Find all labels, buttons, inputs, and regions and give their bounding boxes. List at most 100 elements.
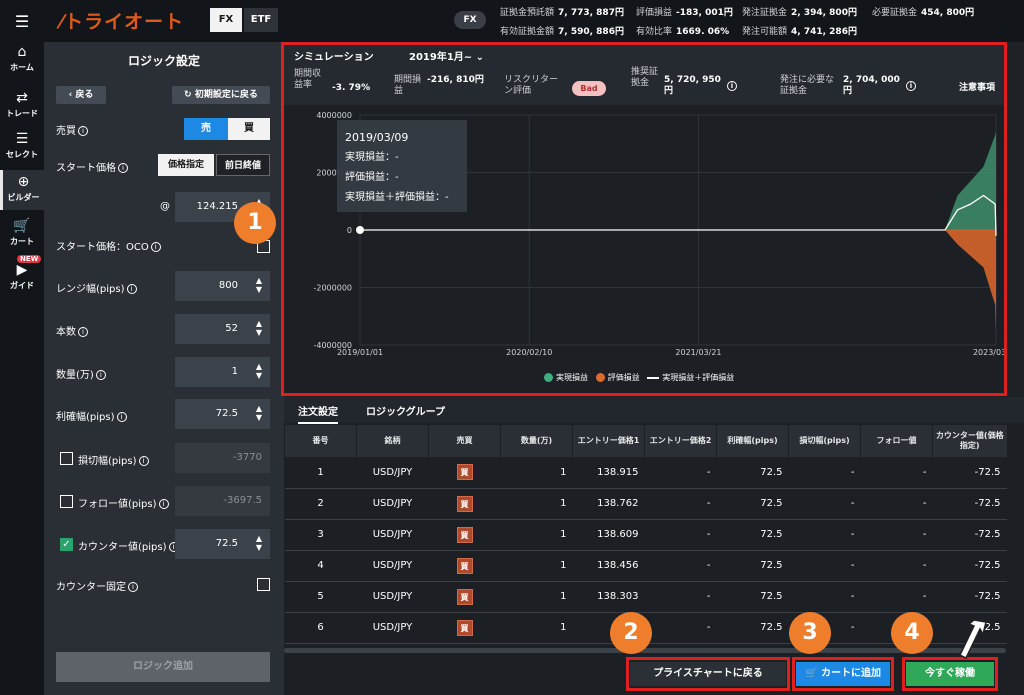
nav-cart[interactable]: 🛒 カート: [0, 218, 44, 247]
range-label: レンジ幅(pips) i: [56, 280, 137, 295]
info-icon[interactable]: i: [126, 284, 137, 294]
table-cell: 1: [500, 488, 573, 520]
account-effective-ratio: 有効比率 1669. 06%: [636, 24, 729, 37]
info-icon[interactable]: i: [118, 163, 128, 173]
qty-input[interactable]: 1 ▲ ▼: [175, 357, 270, 387]
table-cell: 1: [500, 519, 573, 551]
tab-logic-group[interactable]: ロジックグループ: [366, 403, 445, 418]
table-cell: -72.5: [932, 488, 1007, 520]
table-cell: 72.5: [716, 488, 789, 520]
info-icon[interactable]: i: [116, 412, 127, 422]
counter-input[interactable]: 72.5 ▲ ▼: [175, 529, 270, 559]
info-icon[interactable]: i: [158, 499, 169, 509]
table-cell: -: [788, 488, 861, 520]
sl-input[interactable]: -3770: [175, 443, 270, 473]
account-unrealized-label: 評価損益: [636, 8, 673, 18]
logic-settings-panel: ロジック設定 ‹ 戻る ↻ 初期設定に戻る 売買 i 売 買 スタート価格 i 価格…: [44, 42, 284, 695]
info-icon[interactable]: i: [150, 242, 161, 252]
buy-toggle[interactable]: 買: [228, 118, 270, 140]
stepper-icon[interactable]: ▲▼: [256, 319, 262, 337]
column-header: エントリー価格2: [644, 425, 717, 457]
reset-defaults-button[interactable]: ↻ 初期設定に戻る: [172, 86, 270, 104]
stepper-icon[interactable]: ▲▼: [256, 362, 262, 380]
nav-builder[interactable]: ⊕ ビルダー: [0, 170, 44, 210]
nav-select[interactable]: ☰ セレクト: [0, 131, 44, 160]
trade-icon: ⇄: [16, 90, 28, 106]
nav-cart-label: カート: [10, 237, 34, 246]
table-cell: -: [860, 488, 933, 520]
table-cell: USD/JPY: [356, 612, 429, 644]
buy-badge: 買: [456, 464, 473, 481]
menu-icon[interactable]: ☰: [0, 12, 44, 31]
table-cell: -: [788, 457, 861, 489]
orders-table: 番号 銘柄 売買 数量(万) エントリー価格1 エントリー価格2 利確幅(pips) 損切幅(…: [284, 425, 1007, 644]
nav-guide[interactable]: NEW ▶ ガイド: [0, 255, 44, 291]
nav-home[interactable]: ⌂ ホーム: [0, 44, 44, 73]
account-effective-margin-value: 7, 590, 886円: [558, 27, 624, 37]
stepper-icon[interactable]: ▲▼: [256, 404, 262, 422]
account-orderable: 発注可能額 4, 741, 286円: [742, 24, 857, 37]
column-header: カウンター値(価格指定): [932, 425, 1007, 457]
stepper-icon[interactable]: ▲▼: [256, 276, 262, 294]
table-row[interactable]: 1 USD/JPY 買 1 138.915-72.5- - -72.5: [284, 457, 1007, 489]
oco-label: スタート価格：OCO i: [56, 238, 161, 253]
column-header: 番号: [284, 425, 357, 457]
follow-value: -3697.5: [223, 495, 262, 506]
follow-checkbox[interactable]: [60, 495, 73, 508]
table-cell: USD/JPY: [356, 488, 429, 520]
count-input[interactable]: 52 ▲ ▼: [175, 314, 270, 344]
table-cell: USD/JPY: [356, 550, 429, 582]
prev-close-toggle[interactable]: 前日終値: [216, 154, 270, 176]
tab-order-settings[interactable]: 注文設定: [298, 403, 338, 424]
qty-label: 数量(万) i: [56, 366, 106, 381]
stepper-icon[interactable]: ▲▼: [256, 534, 262, 552]
sell-toggle[interactable]: 売: [184, 118, 228, 140]
table-cell: 138.915: [572, 457, 645, 489]
follow-input[interactable]: -3697.5: [175, 486, 270, 516]
price-specified-toggle[interactable]: 価格指定: [158, 154, 214, 176]
counter-fixed-checkbox[interactable]: [257, 578, 270, 591]
panel-title: ロジック設定: [127, 54, 200, 68]
counter-checkbox[interactable]: ✓: [60, 538, 73, 551]
logo[interactable]: ⁄トライオート: [60, 7, 184, 34]
sl-checkbox[interactable]: [60, 452, 73, 465]
buy-badge: 買: [456, 495, 473, 512]
market-pill[interactable]: FX: [454, 11, 486, 29]
account-unrealized-value: -183, 001円: [676, 8, 733, 18]
info-icon[interactable]: i: [78, 327, 88, 337]
table-cell: -: [860, 550, 933, 582]
range-label-text: レンジ幅(pips): [56, 284, 125, 295]
highlight-box-cart: [792, 657, 894, 691]
builder-icon: ⊕: [17, 174, 30, 190]
table-cell: -: [644, 488, 717, 520]
account-deposit: 証拠金預託額 7, 773, 887円: [500, 5, 624, 18]
table-cell: 72.5: [716, 581, 789, 613]
info-icon[interactable]: i: [78, 126, 88, 136]
counter-label: カウンター値(pips) i: [78, 538, 179, 553]
column-header: 売買: [428, 425, 501, 457]
add-logic-button[interactable]: ロジック追加: [56, 652, 270, 682]
tp-input[interactable]: 72.5 ▲ ▼: [175, 399, 270, 429]
qty-label-text: 数量(万): [56, 370, 94, 381]
range-input[interactable]: 800 ▲ ▼: [175, 271, 270, 301]
back-button[interactable]: ‹ 戻る: [56, 86, 106, 104]
table-row[interactable]: 5 USD/JPY 買 1 138.303-72.5- - -72.5: [284, 581, 1007, 613]
start-price-label: スタート価格 i: [56, 159, 128, 174]
table-cell: -: [860, 519, 933, 551]
info-icon[interactable]: i: [138, 456, 149, 466]
table-row[interactable]: 2 USD/JPY 買 1 138.762-72.5- - -72.5: [284, 488, 1007, 520]
nav-trade[interactable]: ⇄ トレード: [0, 90, 44, 119]
table-row[interactable]: 4 USD/JPY 買 1 138.456-72.5- - -72.5: [284, 550, 1007, 582]
tab-etf[interactable]: ETF: [244, 8, 278, 32]
table-cell: -: [788, 550, 861, 582]
table-row[interactable]: 3 USD/JPY 買 1 138.609-72.5- - -72.5: [284, 519, 1007, 551]
guide-icon: ▶: [16, 262, 28, 278]
tab-fx[interactable]: FX: [210, 8, 242, 32]
column-header: 利確幅(pips): [716, 425, 789, 457]
select-icon: ☰: [15, 131, 29, 147]
info-icon[interactable]: i: [128, 582, 138, 592]
sl-label-text: 損切幅(pips): [78, 456, 137, 467]
count-label-text: 本数: [56, 327, 76, 338]
info-icon[interactable]: i: [95, 370, 106, 380]
table-cell: 138.762: [572, 488, 645, 520]
